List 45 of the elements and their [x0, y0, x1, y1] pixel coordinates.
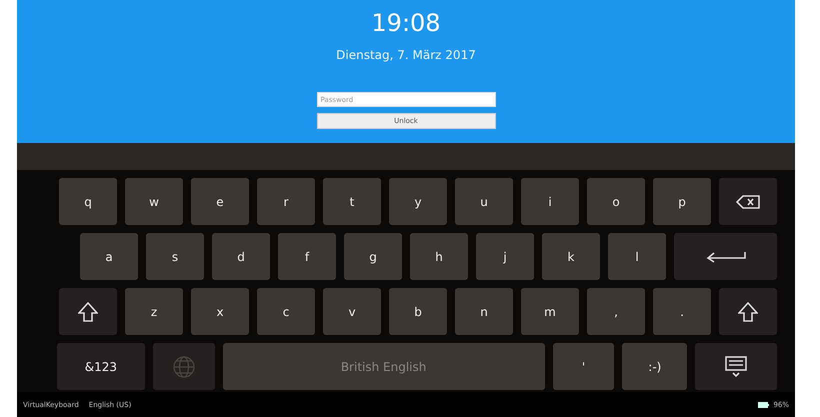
battery-icon — [758, 402, 770, 408]
letter-key[interactable]: x — [191, 288, 249, 335]
enter-icon — [706, 250, 746, 262]
letter-key[interactable]: ' — [552, 343, 614, 390]
letter-key[interactable]: p — [653, 178, 711, 225]
enter-key[interactable] — [674, 233, 777, 280]
letter-key[interactable]: e — [191, 178, 249, 225]
backspace-icon — [736, 194, 760, 208]
shift-icon — [738, 302, 758, 322]
symbols-key[interactable]: &123 — [57, 343, 145, 390]
letter-key[interactable]: a — [80, 233, 138, 280]
letter-key[interactable]: s — [146, 233, 204, 280]
shift-key[interactable] — [59, 288, 117, 335]
letter-key[interactable]: f — [278, 233, 336, 280]
letter-key[interactable]: r — [257, 178, 315, 225]
letter-key[interactable]: z — [125, 288, 183, 335]
letter-key[interactable]: k — [542, 233, 600, 280]
letter-key[interactable]: t — [323, 178, 381, 225]
backspace-key[interactable] — [719, 178, 777, 225]
letter-key[interactable]: :-) — [622, 343, 688, 390]
letter-key[interactable]: o — [587, 178, 645, 225]
letter-key[interactable]: l — [608, 233, 666, 280]
letter-key[interactable]: y — [389, 178, 447, 225]
letter-key[interactable]: n — [455, 288, 513, 335]
letter-key[interactable]: b — [389, 288, 447, 335]
date-label: Dienstag, 7. März 2017 — [336, 48, 476, 62]
letter-key[interactable]: h — [410, 233, 468, 280]
shift-icon — [78, 302, 98, 322]
globe-icon — [172, 356, 195, 378]
letter-key[interactable]: . — [653, 288, 711, 335]
letter-key[interactable]: g — [344, 233, 402, 280]
keyboard-hide-icon — [724, 356, 748, 378]
letter-key[interactable]: q — [59, 178, 117, 225]
letter-key[interactable]: m — [521, 288, 579, 335]
letter-key[interactable]: w — [125, 178, 183, 225]
clock-time: 19:08 — [371, 8, 441, 38]
letter-key[interactable]: c — [257, 288, 315, 335]
shift-key[interactable] — [719, 288, 777, 335]
hide-keyboard-key[interactable] — [695, 343, 777, 390]
letter-key[interactable]: u — [455, 178, 513, 225]
letter-key[interactable]: j — [476, 233, 534, 280]
letter-key[interactable]: v — [323, 288, 381, 335]
letter-key[interactable]: , — [587, 288, 645, 335]
letter-key[interactable]: i — [521, 178, 579, 225]
letter-key[interactable]: d — [212, 233, 270, 280]
